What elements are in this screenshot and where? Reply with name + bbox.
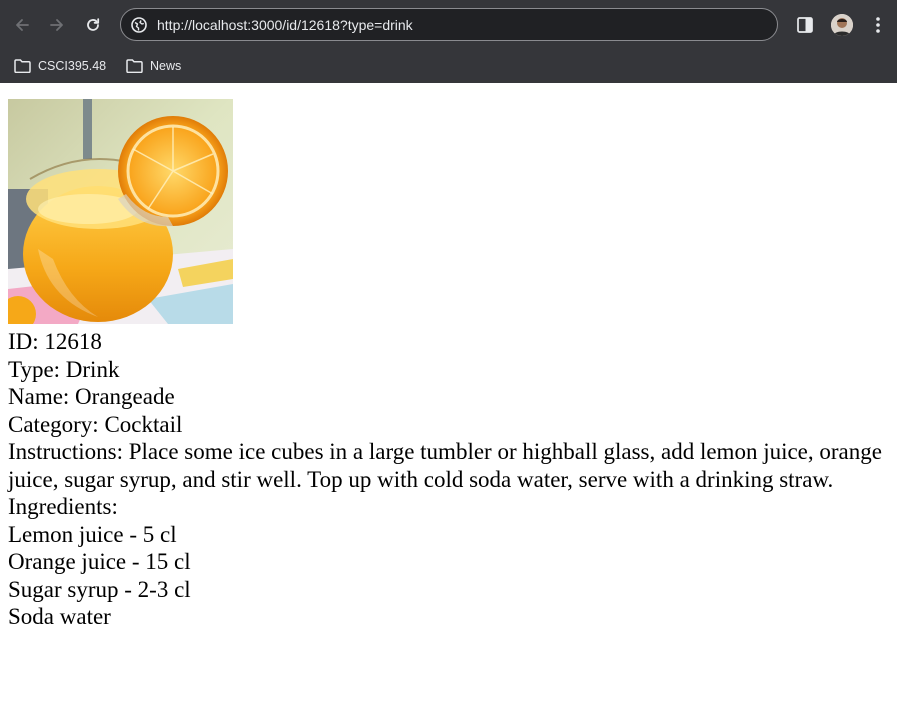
reload-button[interactable] xyxy=(80,12,106,38)
person-icon xyxy=(831,14,853,36)
arrow-right-icon xyxy=(50,19,63,31)
page-content: ID: 12618 Type: Drink Name: Orangeade Ca… xyxy=(0,83,897,704)
profile-avatar[interactable] xyxy=(831,14,853,36)
drink-details: ID: 12618 Type: Drink Name: Orangeade Ca… xyxy=(8,328,893,631)
forward-button[interactable] xyxy=(44,12,70,38)
drink-name: Name: Orangeade xyxy=(8,384,175,409)
drink-category: Category: Cocktail xyxy=(8,411,183,437)
drink-type: Type: Drink xyxy=(8,356,120,382)
drink-instructions: Instructions: Place some ice cubes in a … xyxy=(8,439,882,492)
bookmark-news[interactable]: News xyxy=(126,54,181,78)
browser-toolbar: http://localhost:3000/id/12618?type=drin… xyxy=(0,0,897,50)
ingredient-item: Sugar syrup - 2-3 cl xyxy=(8,576,191,602)
more-vert-icon[interactable] xyxy=(868,14,888,36)
bookmark-label: CSCI395.48 xyxy=(38,59,107,73)
browser-chrome: http://localhost:3000/id/12618?type=drin… xyxy=(0,0,897,83)
ingredient-item: Orange juice - 15 cl xyxy=(8,549,191,574)
bookmark-csci395[interactable]: CSCI395.48 xyxy=(14,54,106,78)
back-button[interactable] xyxy=(9,12,35,38)
address-bar[interactable]: http://localhost:3000/id/12618?type=drin… xyxy=(120,8,778,41)
url-text[interactable]: http://localhost:3000/id/12618?type=drin… xyxy=(157,17,413,33)
side-panel-icon[interactable] xyxy=(795,15,815,35)
folder-icon xyxy=(14,59,31,73)
bookmarks-bar: CSCI395.48 News xyxy=(0,50,897,83)
arrow-left-icon xyxy=(16,19,29,31)
reload-icon xyxy=(87,18,100,31)
ingredient-item: Soda water xyxy=(8,604,111,629)
drink-id: ID: 12618 xyxy=(8,329,102,354)
ingredient-item: Lemon juice - 5 cl xyxy=(8,521,177,547)
bookmark-label: News xyxy=(150,59,182,73)
drink-image xyxy=(8,99,233,324)
folder-icon xyxy=(126,59,143,73)
ingredients-heading: Ingredients: xyxy=(8,494,118,519)
globe-icon[interactable] xyxy=(130,16,148,34)
